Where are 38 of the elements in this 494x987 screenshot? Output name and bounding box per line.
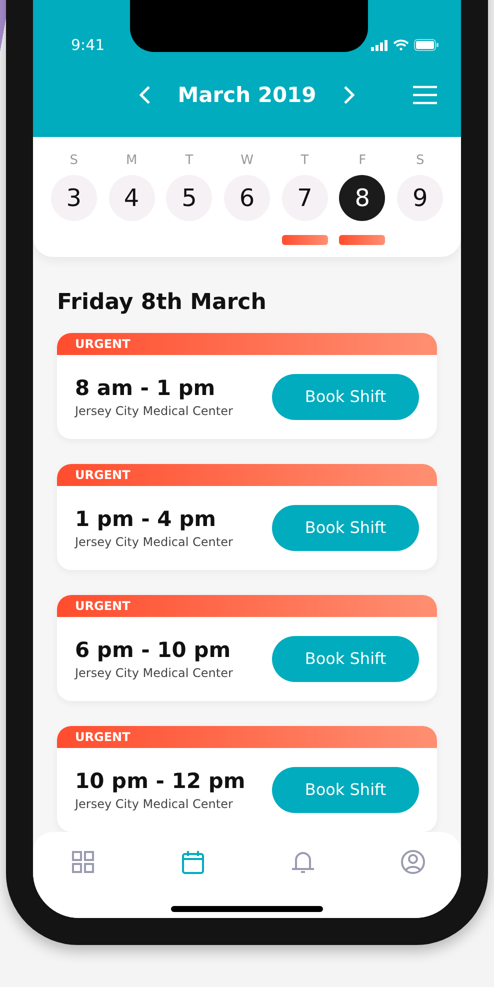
- day-button[interactable]: 4: [108, 174, 155, 221]
- shift-location: Jersey City Medical Center: [75, 534, 233, 549]
- urgent-banner: URGENT: [57, 726, 437, 748]
- day-button[interactable]: 7: [282, 174, 328, 221]
- urgent-banner: URGENT: [57, 594, 437, 617]
- profile-icon: [401, 850, 425, 874]
- day-button[interactable]: 9: [397, 174, 444, 221]
- weekday-label: T: [300, 152, 309, 170]
- status-time: 9:41: [71, 36, 105, 54]
- weekday-label: S: [70, 152, 78, 170]
- signal-icon: [371, 40, 388, 50]
- shift-time: 1 pm - 4 pm: [75, 506, 218, 531]
- day-button[interactable]: 8: [339, 174, 386, 221]
- bell-icon: [291, 852, 315, 873]
- calendar-icon: [182, 850, 204, 874]
- day-button[interactable]: 5: [166, 174, 212, 221]
- weekday-label: M: [126, 152, 138, 170]
- day-button[interactable]: 6: [224, 174, 270, 221]
- weekday-label: T: [185, 152, 194, 170]
- weekday-label: W: [240, 152, 254, 170]
- month-title: March 2019: [178, 83, 316, 107]
- battery-icon: [414, 39, 439, 51]
- day-heading: Friday 8th March: [57, 290, 268, 315]
- urgent-banner: URGENT: [57, 332, 437, 355]
- shift-location: Jersey City Medical Center: [75, 404, 233, 418]
- day-button[interactable]: 3: [50, 174, 97, 221]
- weekday-label: S: [416, 152, 424, 170]
- menu-button[interactable]: [411, 83, 439, 107]
- shift-time: 6 pm - 10 pm: [75, 638, 232, 662]
- urgent-banner: URGENT: [57, 464, 437, 486]
- grid-icon: [72, 850, 94, 873]
- shift-time: 8 am - 1 pm: [75, 376, 216, 400]
- shift-location: Jersey City Medical Center: [75, 666, 233, 680]
- wifi-icon: [393, 39, 409, 51]
- weekday-label: F: [358, 152, 366, 170]
- tab-button[interactable]: [399, 848, 427, 876]
- shift-time: 10 pm - 12 pm: [75, 768, 246, 793]
- shift-location: Jersey City Medical Center: [75, 796, 234, 811]
